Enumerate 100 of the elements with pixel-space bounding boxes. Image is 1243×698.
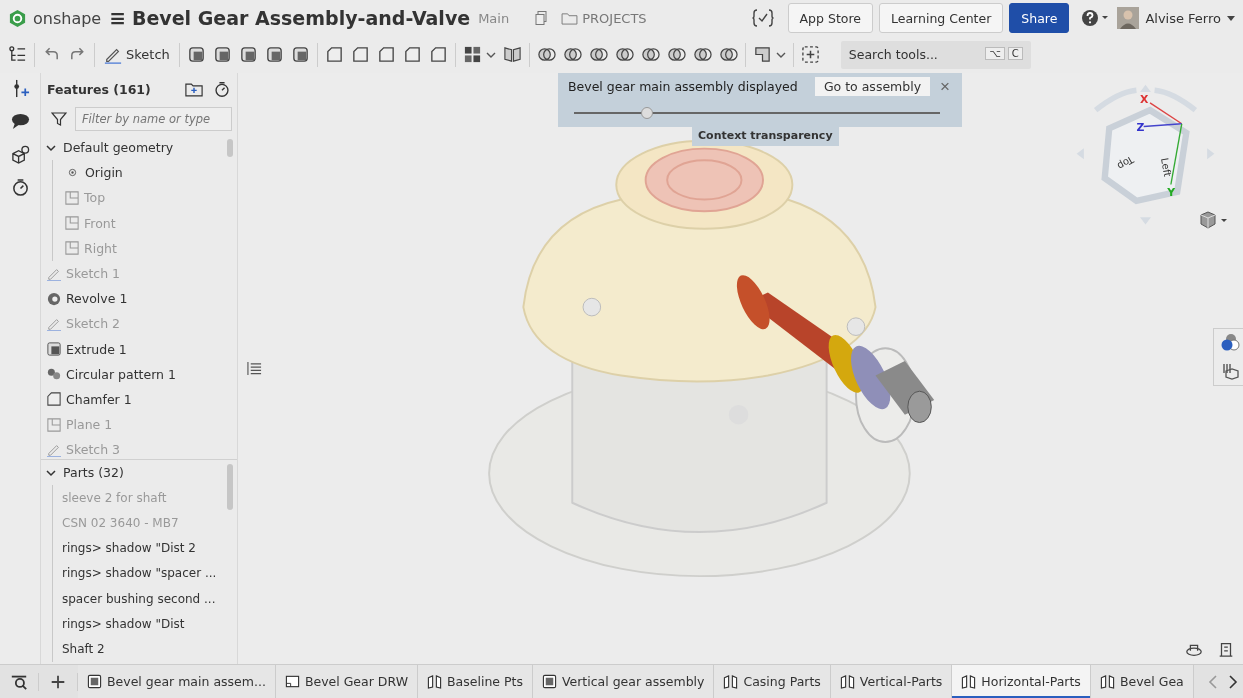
tree-item[interactable]: Default geometry: [41, 135, 223, 161]
sweep-tool-icon[interactable]: [238, 45, 258, 64]
part-studio-icon: [1099, 674, 1115, 689]
parts-help-icon[interactable]: [10, 145, 30, 164]
part-studio-icon: [839, 674, 855, 689]
hole-tool-icon[interactable]: [428, 45, 448, 64]
projects-link[interactable]: PROJECTS: [561, 10, 647, 26]
tree-item[interactable]: Circular pattern 1: [41, 361, 223, 387]
list-icon: [246, 361, 262, 376]
comment-icon[interactable]: [10, 112, 30, 131]
close-button[interactable]: ×: [938, 78, 952, 95]
mirror-tool-icon[interactable]: [502, 45, 522, 64]
folder-icon: [561, 11, 579, 25]
user-menu[interactable]: Alvise Ferro: [1145, 10, 1221, 26]
menu-icon[interactable]: ≡: [109, 8, 126, 28]
context-message: Bevel gear main assembly displayed: [568, 79, 799, 94]
filter-icon[interactable]: [51, 111, 67, 127]
plane-icon: [47, 417, 61, 432]
document-tab[interactable]: Bevel Gear DRW: [275, 665, 418, 698]
render-mode-icon[interactable]: [1199, 211, 1229, 229]
pattern-tool-icon[interactable]: [462, 45, 482, 64]
part-item[interactable]: rings> shadow "spacer ...: [61, 560, 223, 586]
logo-icon: [8, 8, 27, 28]
share-button[interactable]: Share: [1009, 3, 1070, 33]
go-to-assembly-button[interactable]: Go to assembly: [814, 77, 931, 96]
brand-name: onshape: [33, 8, 102, 28]
tree-item[interactable]: Extrude 1: [41, 336, 223, 362]
part-item[interactable]: Shaft 2: [61, 636, 223, 662]
part-studio-icon: [427, 674, 442, 689]
document-tab[interactable]: Bevel Gea: [1090, 665, 1194, 698]
loft-tool-icon[interactable]: [264, 45, 284, 64]
split-tool-icon[interactable]: [562, 45, 582, 64]
plane-icon: [65, 216, 79, 231]
tree-item[interactable]: Origin: [61, 160, 223, 186]
header-button[interactable]: Learning Center: [879, 3, 1004, 33]
chevron-down-icon[interactable]: [775, 51, 786, 58]
draft-tool-icon[interactable]: [376, 45, 396, 64]
transform-tool-icon[interactable]: [588, 45, 608, 64]
part-studio-icon: [723, 674, 739, 689]
plane-tool-icon[interactable]: [752, 45, 772, 64]
tree-item[interactable]: Parts (32): [41, 460, 223, 486]
shell-tool-icon[interactable]: [402, 45, 422, 64]
copy-icon[interactable]: [533, 10, 550, 26]
fillet-tool-icon[interactable]: [324, 45, 344, 64]
slider-thumb[interactable]: [641, 107, 654, 119]
scrollbar[interactable]: [227, 139, 233, 157]
plane-icon: [65, 190, 79, 205]
extrude-tool-icon[interactable]: [186, 45, 206, 64]
sketch-button[interactable]: Sketch: [102, 45, 172, 64]
modify-tool-icon[interactable]: [640, 45, 660, 64]
part-item[interactable]: spacer bushing second ...: [61, 585, 223, 612]
tree-item[interactable]: Revolve 1: [41, 286, 223, 312]
assembly-icon: [541, 674, 557, 689]
stopwatch-icon[interactable]: [213, 80, 231, 98]
chamfer-tool-icon[interactable]: [350, 45, 370, 64]
document-tab[interactable]: Bevel gear main assem...: [78, 665, 276, 698]
part-studio-icon: [961, 674, 977, 689]
features-title: Features (161): [47, 81, 152, 97]
part-item[interactable]: rings> shadow "Dist 2: [61, 535, 223, 561]
offset-tool-icon[interactable]: [718, 45, 738, 64]
revolve-icon: [47, 291, 61, 306]
boolean-tool-icon[interactable]: [536, 45, 556, 64]
move-face-tool-icon[interactable]: [692, 45, 712, 64]
origin-icon: [68, 168, 77, 178]
header-button[interactable]: App Store: [787, 3, 873, 33]
extrude-icon: [47, 342, 61, 357]
document-tab[interactable]: Vertical-Parts: [830, 665, 953, 698]
chevron-down-icon[interactable]: [485, 51, 496, 58]
replace-tool-icon[interactable]: [666, 45, 686, 64]
document-title: Bevel Gear Assembly-and-Valve: [132, 7, 471, 29]
pencil-icon: [47, 266, 61, 281]
delete-part-tool-icon[interactable]: [614, 45, 634, 64]
tooltip: Context transparency: [692, 125, 839, 146]
add-folder-icon[interactable]: [185, 80, 203, 98]
assembly-icon: [87, 674, 102, 689]
chamfer-icon: [47, 392, 61, 407]
document-tab[interactable]: Baseline Pts: [418, 665, 533, 698]
part-item[interactable]: rings> shadow "Dist: [61, 611, 223, 637]
measure-icon[interactable]: [1217, 640, 1235, 658]
chevron-icon: [46, 142, 56, 153]
document-tab[interactable]: Casing Parts: [714, 665, 831, 698]
drawing-icon: [284, 674, 300, 689]
gears-icon: [47, 367, 61, 382]
feature-list-icon[interactable]: [8, 45, 27, 64]
scrollbar[interactable]: [227, 464, 233, 510]
variables-icon[interactable]: [751, 9, 774, 27]
pencil-icon: [47, 442, 61, 457]
pencil-icon: [47, 316, 61, 331]
document-tab[interactable]: Horizontal-Parts: [952, 665, 1091, 698]
document-tab[interactable]: Vertical gear assembly: [532, 665, 715, 698]
caret-icon[interactable]: [1227, 15, 1235, 21]
plane-icon: [65, 241, 79, 256]
revolve-tool-icon[interactable]: [212, 45, 232, 64]
chevron-icon: [46, 467, 56, 478]
thicken-tool-icon[interactable]: [290, 45, 310, 64]
tree-item[interactable]: Chamfer 1: [41, 386, 223, 413]
avatar[interactable]: [1117, 7, 1140, 29]
add-custom-feature-icon[interactable]: [800, 45, 820, 64]
filter-field[interactable]: Filter by name or type: [75, 107, 232, 131]
stopwatch-icon[interactable]: [10, 178, 30, 197]
